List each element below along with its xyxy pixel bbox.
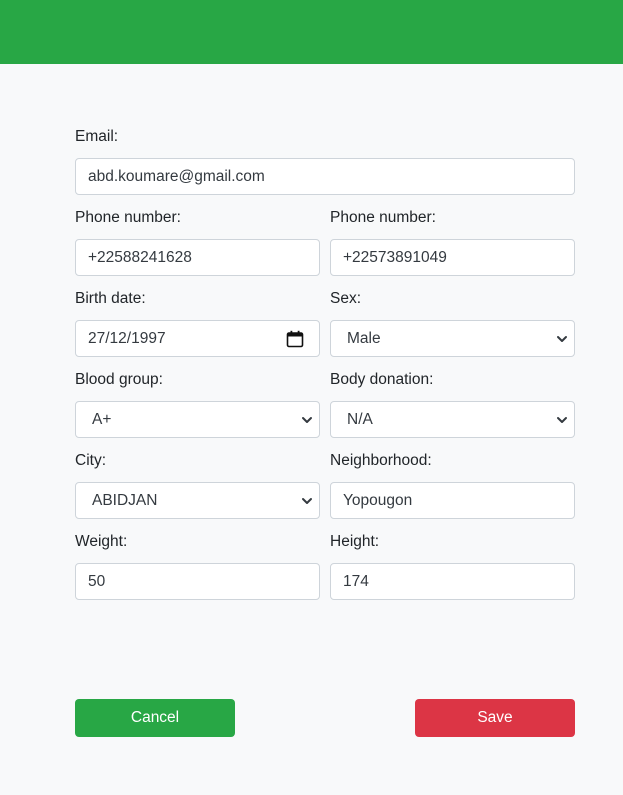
chevron-down-icon — [302, 417, 312, 423]
phone-1-value: +22588241628 — [88, 249, 192, 266]
form-row-weight-height: Weight: 50 Height: 174 — [75, 532, 575, 600]
body-donation-label: Body donation: — [330, 371, 434, 388]
form-row-birth-sex: Birth date: 27/12/1997 Sex: Male — [75, 289, 575, 357]
blood-group-group: Blood group: A+ — [75, 370, 320, 438]
weight-label: Weight: — [75, 533, 128, 550]
phone-2-field[interactable]: +22573891049 — [330, 239, 575, 276]
city-group: City: ABIDJAN — [75, 451, 320, 519]
blood-group-select[interactable]: A+ — [75, 401, 320, 438]
city-selected-value: ABIDJAN — [92, 492, 158, 509]
sex-selected-value: Male — [347, 330, 381, 347]
blood-group-label: Blood group: — [75, 371, 163, 388]
weight-field[interactable]: 50 — [75, 563, 320, 600]
neighborhood-label: Neighborhood: — [330, 452, 432, 469]
calendar-icon[interactable] — [286, 330, 304, 348]
birth-date-field[interactable]: 27/12/1997 — [75, 320, 320, 357]
neighborhood-value: Yopougon — [343, 492, 413, 509]
email-field[interactable]: abd.koumare@gmail.com — [75, 158, 575, 195]
chevron-down-icon — [557, 336, 567, 342]
body-donation-group: Body donation: N/A — [330, 370, 575, 438]
form-row-city-neighborhood: City: ABIDJAN Neighborhood: Yopougon — [75, 451, 575, 519]
profile-form: Email: abd.koumare@gmail.com Phone numbe… — [75, 127, 575, 613]
form-actions: Cancel Save — [75, 699, 575, 737]
height-field[interactable]: 174 — [330, 563, 575, 600]
neighborhood-group: Neighborhood: Yopougon — [330, 451, 575, 519]
chevron-down-icon — [557, 417, 567, 423]
save-button[interactable]: Save — [415, 699, 575, 737]
form-row-email: Email: abd.koumare@gmail.com — [75, 127, 575, 195]
city-select[interactable]: ABIDJAN — [75, 482, 320, 519]
height-group: Height: 174 — [330, 532, 575, 600]
phone-1-group: Phone number: +22588241628 — [75, 208, 320, 276]
height-label: Height: — [330, 533, 380, 550]
sex-select[interactable]: Male — [330, 320, 575, 357]
body-donation-select[interactable]: N/A — [330, 401, 575, 438]
form-row-blood-donation: Blood group: A+ Body donation: N/A — [75, 370, 575, 438]
chevron-down-icon — [302, 498, 312, 504]
birth-date-group: Birth date: 27/12/1997 — [75, 289, 320, 357]
phone-1-field[interactable]: +22588241628 — [75, 239, 320, 276]
weight-value: 50 — [88, 573, 106, 590]
email-group: Email: abd.koumare@gmail.com — [75, 127, 575, 195]
height-value: 174 — [343, 573, 369, 590]
email-label: Email: — [75, 128, 119, 145]
phone-2-value: +22573891049 — [343, 249, 447, 266]
cancel-button[interactable]: Cancel — [75, 699, 235, 737]
top-header-bar — [0, 0, 623, 64]
neighborhood-field[interactable]: Yopougon — [330, 482, 575, 519]
form-row-phones: Phone number: +22588241628 Phone number:… — [75, 208, 575, 276]
birth-date-label: Birth date: — [75, 290, 146, 307]
weight-group: Weight: 50 — [75, 532, 320, 600]
sex-label: Sex: — [330, 290, 362, 307]
phone-2-label: Phone number: — [330, 209, 436, 226]
body-donation-selected-value: N/A — [347, 411, 373, 428]
phone-1-label: Phone number: — [75, 209, 181, 226]
sex-group: Sex: Male — [330, 289, 575, 357]
email-value: abd.koumare@gmail.com — [88, 168, 265, 185]
city-label: City: — [75, 452, 106, 469]
birth-date-value: 27/12/1997 — [88, 330, 166, 347]
phone-2-group: Phone number: +22573891049 — [330, 208, 575, 276]
blood-group-selected-value: A+ — [92, 411, 112, 428]
